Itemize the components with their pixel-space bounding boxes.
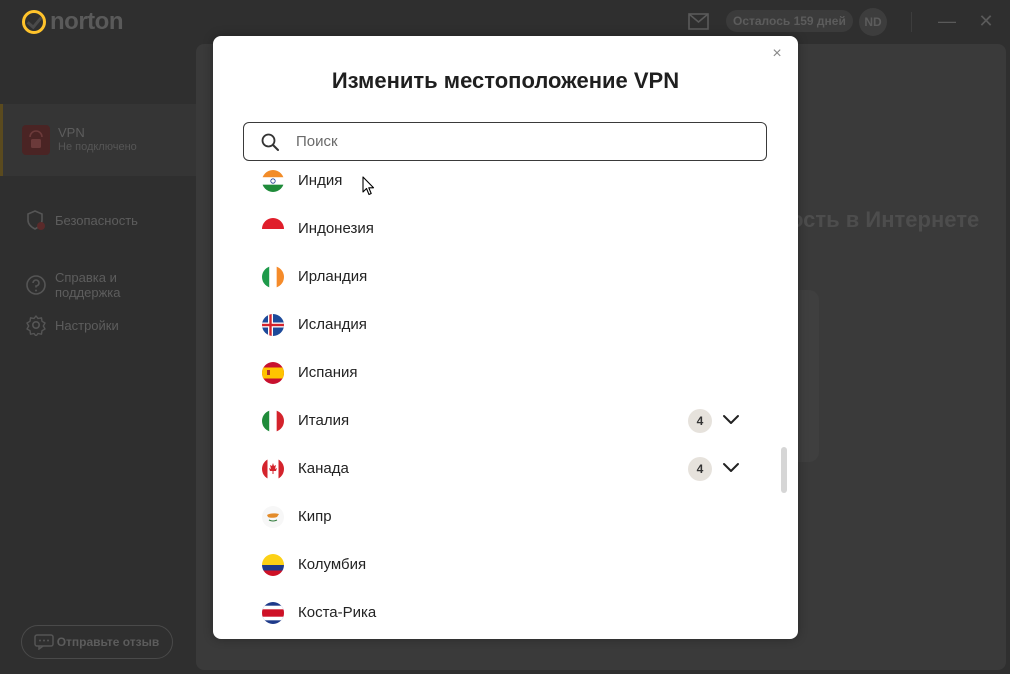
main-heading: ость в Интернете <box>790 207 980 232</box>
country-name: Ирландия <box>298 268 368 285</box>
country-list: Индия Индонезия Ирландия Исландия Испани… <box>213 162 798 639</box>
flag-spain-icon <box>262 362 284 384</box>
country-name: Испания <box>298 364 358 381</box>
flag-cyprus-icon <box>262 506 284 528</box>
sidebar-item-label: Справка и поддержка <box>55 270 121 300</box>
list-item[interactable]: Колумбия <box>213 546 773 594</box>
flag-colombia-icon <box>262 554 284 576</box>
country-name: Италия <box>298 412 350 429</box>
country-name: Исландия <box>298 316 367 333</box>
list-item[interactable]: Индия <box>213 162 773 210</box>
country-name: Канада <box>298 460 349 477</box>
search-icon <box>261 133 279 151</box>
list-scrollbar[interactable] <box>781 447 787 493</box>
trial-days-badge[interactable]: Осталось 159 дней <box>726 10 853 32</box>
search-input[interactable] <box>296 124 756 159</box>
sidebar-item-help[interactable]: Справка и поддержка <box>0 270 196 300</box>
flag-iceland-icon <box>262 314 284 336</box>
flag-canada-icon <box>262 458 284 480</box>
close-dialog-button[interactable]: × <box>770 46 784 62</box>
mail-icon[interactable] <box>688 13 709 30</box>
search-box[interactable] <box>243 122 767 161</box>
flag-india-icon <box>262 170 284 192</box>
flag-italy-icon <box>262 410 284 432</box>
sidebar-item-label: Безопасность <box>55 212 138 228</box>
vpn-lock-icon <box>22 125 50 155</box>
gear-icon <box>26 315 46 336</box>
minimize-button[interactable]: — <box>934 8 960 34</box>
feedback-label: Отправьте отзыв <box>56 634 160 649</box>
country-name: Индонезия <box>298 220 374 237</box>
titlebar-divider <box>911 12 912 32</box>
list-item[interactable]: Исландия <box>213 306 773 354</box>
vpn-location-dialog: × Изменить местоположение VPN Индия <box>213 36 798 639</box>
brand-name: norton <box>50 8 123 35</box>
close-window-button[interactable]: ✕ <box>973 8 999 34</box>
country-name: Кипр <box>298 508 332 525</box>
sidebar-vpn-text: VPN Не подключено <box>58 125 137 155</box>
sidebar-vpn-title: VPN <box>58 125 85 140</box>
list-item[interactable]: Испания <box>213 354 773 402</box>
flag-ireland-icon <box>262 266 284 288</box>
list-item[interactable]: Кипр <box>213 498 773 546</box>
list-item[interactable]: Италия 4 <box>213 402 773 450</box>
norton-logo: norton <box>22 8 123 36</box>
list-item[interactable]: Канада 4 <box>213 450 773 498</box>
sidebar: VPN Не подключено Безопасность Справка и… <box>0 44 196 674</box>
avatar[interactable]: ND <box>859 8 887 36</box>
mouse-cursor-icon <box>362 176 375 196</box>
feedback-button[interactable]: Отправьте отзыв <box>21 625 173 659</box>
list-item[interactable]: Индонезия <box>213 210 773 258</box>
flag-costa-rica-icon <box>262 602 284 624</box>
chevron-down-icon[interactable] <box>721 412 741 426</box>
norton-checkmark-icon <box>22 10 46 34</box>
sidebar-item-label: Настройки <box>55 317 119 333</box>
country-name: Коста-Рика <box>298 604 377 621</box>
sidebar-vpn-status: Не подключено <box>58 141 137 153</box>
flag-indonesia-icon <box>262 218 284 240</box>
chevron-down-icon[interactable] <box>721 460 741 474</box>
norton-app-window: norton Осталось 159 дней ND — ✕ VPN Не п… <box>0 0 1010 674</box>
sidebar-item-vpn[interactable]: VPN Не подключено <box>0 104 196 176</box>
list-item[interactable]: Коста-Рика <box>213 594 773 639</box>
country-name: Индия <box>298 172 343 189</box>
server-count-badge: 4 <box>688 409 712 433</box>
shield-alert-icon <box>27 210 45 230</box>
chat-icon <box>34 634 54 650</box>
sidebar-item-settings[interactable]: Настройки <box>0 313 196 337</box>
server-count-badge: 4 <box>688 457 712 481</box>
sidebar-item-security[interactable]: Безопасность <box>0 208 196 232</box>
dialog-title: Изменить местоположение VPN <box>331 68 680 93</box>
help-circle-icon <box>26 275 46 295</box>
list-item[interactable]: Ирландия <box>213 258 773 306</box>
country-name: Колумбия <box>298 556 367 573</box>
